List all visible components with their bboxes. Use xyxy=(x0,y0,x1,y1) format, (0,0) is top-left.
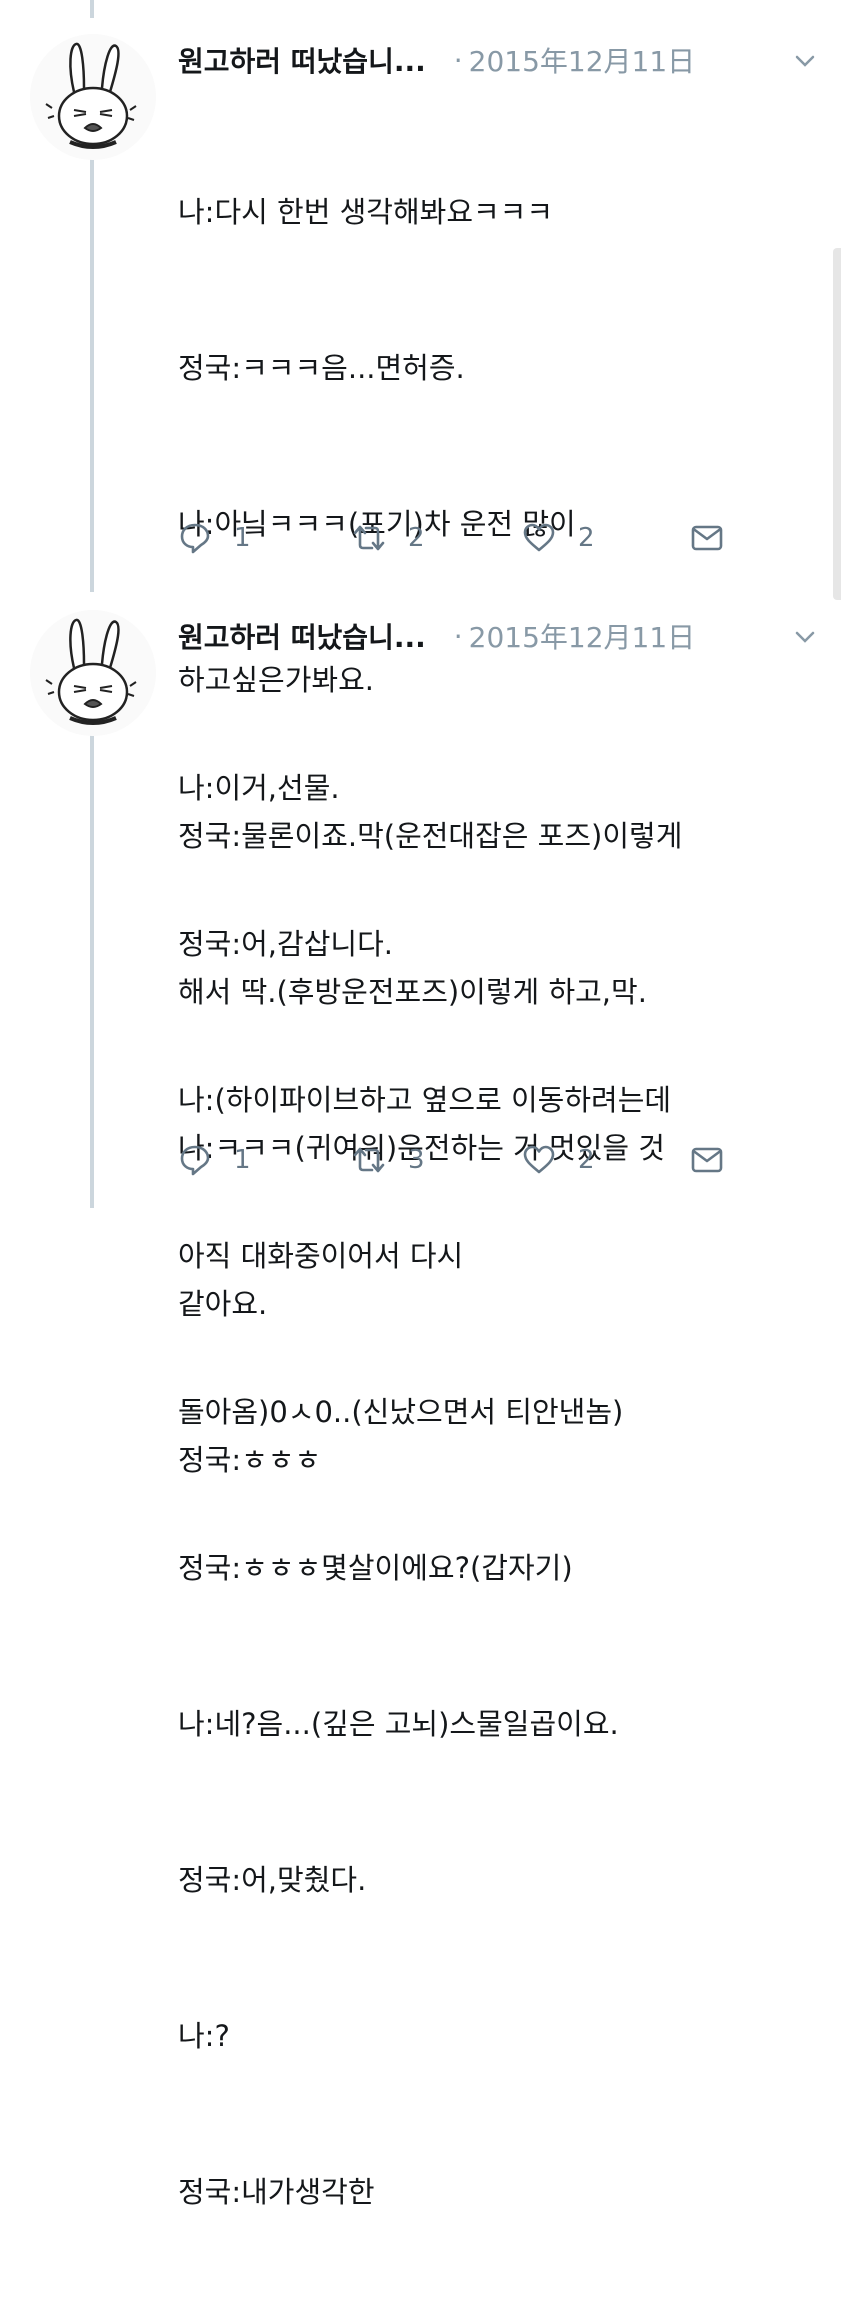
thread-connector-top xyxy=(90,0,94,18)
envelope-icon xyxy=(691,1147,723,1173)
tweet-line: 정국:ㅋㅋㅋ음...면허증. xyxy=(178,351,465,385)
reply-count: 1 xyxy=(234,523,251,553)
avatar[interactable] xyxy=(30,610,156,736)
tweet-line: 나:다시 한번 생각해봐요ㅋㅋㅋ xyxy=(178,195,554,229)
avatar[interactable] xyxy=(30,34,156,160)
tweet-date[interactable]: 2015年12月11日 xyxy=(469,616,696,656)
reply-icon xyxy=(180,1145,210,1176)
tweet-line: 나:네?음...(깊은 고뇌)스물일곱이요. xyxy=(178,1707,619,1741)
tweet-line: 정국:어,감삽니다. xyxy=(178,927,393,961)
tweet-line: 나:? xyxy=(178,2019,230,2053)
direct-message-button[interactable] xyxy=(690,518,724,558)
tweet-date[interactable]: 2015年12月11日 xyxy=(469,40,696,80)
author-name[interactable]: 원고하러 떠났습니... xyxy=(178,40,426,80)
separator: · xyxy=(453,619,463,653)
reply-button[interactable]: 1 xyxy=(178,518,251,558)
tweet-text: 나:이거,선물. 정국:어,감삽니다. 나:(하이파이브하고 옆으로 이동하려는… xyxy=(178,658,818,2322)
tweet-line: 나:(하이파이브하고 옆으로 이동하려는데 xyxy=(178,1083,672,1117)
heart-icon xyxy=(523,523,555,552)
envelope-icon xyxy=(691,525,723,551)
like-count: 2 xyxy=(578,523,595,553)
tweet-line: 정국:어,맞췄다. xyxy=(178,1863,367,1897)
retweet-count: 2 xyxy=(408,523,425,553)
direct-message-button[interactable] xyxy=(690,1140,724,1180)
like-count: 2 xyxy=(578,1145,595,1175)
chevron-down-icon[interactable] xyxy=(792,48,818,74)
tweet-line: 아직 대화중이어서 다시 xyxy=(178,1239,464,1273)
tweet-line: 돌아옴)0ㅅ0..(신났으면서 티안낸놈) xyxy=(178,1395,624,1429)
separator: · xyxy=(453,43,463,77)
bunny-avatar-icon xyxy=(30,610,156,736)
tweet-header: 원고하러 떠났습니... · 2015年12月11日 xyxy=(178,614,818,658)
retweet-button[interactable]: 2 xyxy=(352,518,425,558)
retweet-icon xyxy=(353,1147,385,1173)
tweet-line: 정국:ㅎㅎㅎ몇살이에요?(갑자기) xyxy=(178,1551,573,1585)
tweet[interactable]: 원고하러 떠났습니... · 2015年12月11日 나:이거,선물. 정국:어… xyxy=(0,604,841,2209)
tweet-line: 나:이거,선물. xyxy=(178,771,340,805)
reply-count: 1 xyxy=(234,1145,251,1175)
retweet-icon xyxy=(353,525,385,551)
tweet-header: 원고하러 떠났습니... · 2015年12月11日 xyxy=(178,38,818,82)
reply-button[interactable]: 1 xyxy=(178,1140,251,1180)
tweet[interactable]: 원고하러 떠났습니... · 2015年12月11日 나:다시 한번 생각해봐요… xyxy=(0,28,841,1477)
tweet-actions: 1 3 2 xyxy=(178,1140,738,1180)
retweet-button[interactable]: 3 xyxy=(352,1140,425,1180)
chevron-down-icon[interactable] xyxy=(792,624,818,650)
reply-icon xyxy=(180,523,210,554)
tweet-actions: 1 2 2 xyxy=(178,518,738,558)
like-button[interactable]: 2 xyxy=(522,518,595,558)
tweet-line: 정국:내가생각한 xyxy=(178,2175,375,2209)
heart-icon xyxy=(523,1145,555,1174)
author-name[interactable]: 원고하러 떠났습니... xyxy=(178,616,426,656)
retweet-count: 3 xyxy=(408,1145,425,1175)
bunny-avatar-icon xyxy=(30,34,156,160)
like-button[interactable]: 2 xyxy=(522,1140,595,1180)
